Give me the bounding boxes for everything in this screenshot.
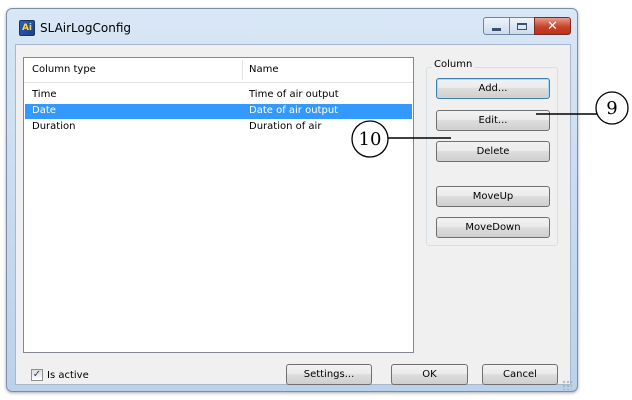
cell-name: Date of air output [249,105,339,116]
column-header-type[interactable]: Column type [32,64,96,75]
add-button[interactable]: Add... [436,78,550,99]
maximize-button[interactable] [509,17,535,35]
edit-button[interactable]: Edit... [436,110,550,131]
app-icon: Ai [19,20,35,36]
maximize-icon [517,22,527,30]
delete-button[interactable]: Delete [436,141,550,162]
move-up-button[interactable]: MoveUp [436,186,550,207]
window-title: SLAirLogConfig [40,21,131,35]
title-bar[interactable]: Ai SLAirLogConfig ✕ [7,9,577,45]
cell-name: Time of air output [249,89,339,100]
checkmark-icon: ✓ [32,369,42,380]
callout-9: 9 [606,98,617,119]
table-row[interactable]: Duration Duration of air [25,120,412,135]
cell-type: Date [32,105,56,116]
header-separator[interactable] [242,60,243,80]
column-group-label: Column [432,59,475,70]
cell-name: Duration of air [249,121,322,132]
table-row-selected[interactable]: Date Date of air output [25,104,412,119]
minimize-icon [492,27,501,31]
cell-type: Time [32,89,57,100]
table-row[interactable]: Time Time of air output [25,88,412,103]
close-button[interactable]: ✕ [534,17,571,35]
cell-type: Duration [32,121,76,132]
close-icon: ✕ [547,18,558,34]
callout-9-circle [595,91,629,125]
resize-grip[interactable] [562,380,572,390]
ok-button[interactable]: OK [391,364,468,385]
columns-list[interactable]: Column type Name Time Time of air output… [23,57,414,353]
move-down-button[interactable]: MoveDown [436,217,550,238]
column-header-name[interactable]: Name [249,64,279,75]
cancel-button[interactable]: Cancel [482,364,558,385]
list-header: Column type Name [24,58,413,83]
settings-button[interactable]: Settings... [286,364,372,385]
is-active-label[interactable]: Is active [47,370,89,381]
minimize-button[interactable] [483,17,510,35]
is-active-checkbox[interactable]: ✓ [31,369,43,381]
